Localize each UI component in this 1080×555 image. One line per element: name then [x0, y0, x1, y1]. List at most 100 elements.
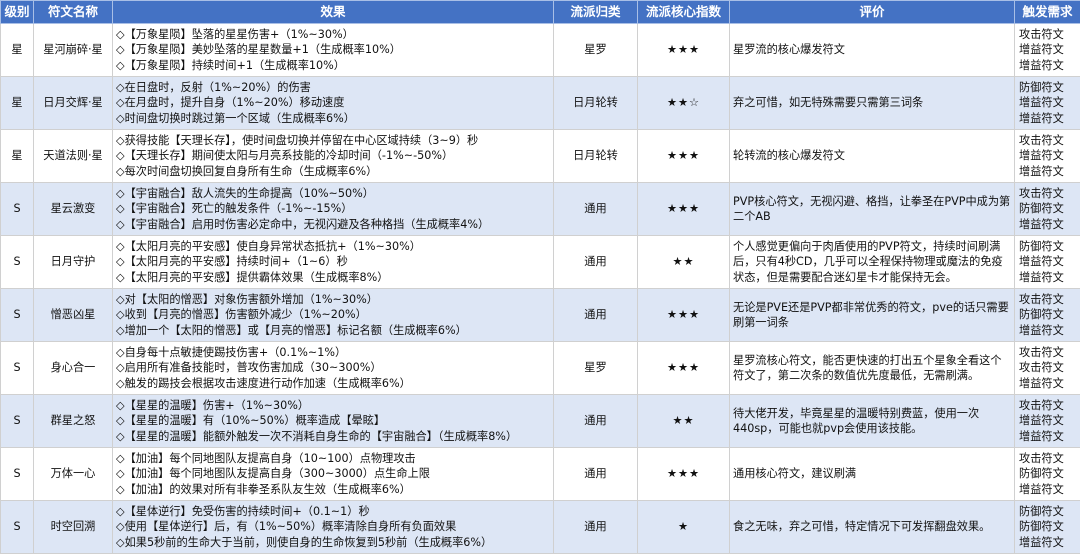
- cell-triggers: 防御符文 增益符文 增益符文: [1014, 235, 1080, 289]
- trigger-line: 攻击符文: [1019, 345, 1064, 359]
- cell-rune-name: 身心合一: [33, 341, 113, 395]
- cell-effects: ◇【万象星陨】坠落的星星伤害+（1%~30%） ◇【万象星陨】美妙坠落的星星数量+…: [112, 23, 554, 77]
- effect-line: ◇【宇宙融合】启用时伤害必定命中，无视闪避及各种格挡（生成概率4%）: [116, 217, 490, 231]
- cell-school: 通用: [553, 182, 638, 236]
- trigger-line: 增益符文: [1019, 58, 1064, 72]
- table-row: S 万体一心 ◇【加油】每个同地图队友提高自身（10~100）点物理攻击 ◇【加油】每…: [0, 447, 1080, 501]
- trigger-line: 增益符文: [1019, 164, 1064, 178]
- effect-line: ◇【万象星陨】持续时间+1（生成概率10%）: [116, 58, 345, 72]
- cell-rune-name: 憎恶凶星: [33, 288, 113, 342]
- table-header-row: 级别 符文名称 效果 流派归类 流派核心指数 评价 触发需求: [0, 0, 1080, 24]
- cell-triggers: 防御符文 防御符文 增益符文: [1014, 500, 1080, 554]
- cell-triggers: 攻击符文 防御符文 增益符文: [1014, 182, 1080, 236]
- column-header-review: 评价: [729, 0, 1015, 24]
- trigger-line: 防御符文: [1019, 239, 1064, 253]
- trigger-line: 增益符文: [1019, 149, 1064, 163]
- effect-line: ◇自身每十点敏捷使踢技伤害+（0.1%~1%）: [116, 345, 347, 359]
- effect-line: ◇触发的踢技会根据攻击速度进行动作加速（生成概率6%）: [116, 376, 411, 390]
- cell-school: 星罗: [553, 23, 638, 77]
- table-row: S 日月守护 ◇【太阳月亮的平安感】使自身异常状态抵抗+（1%~30%） ◇【太阳月亮…: [0, 235, 1080, 289]
- cell-triggers: 攻击符文增益符文 增益符文: [1014, 394, 1080, 448]
- cell-effects: ◇【星星的温暖】伤害+（1%~30%） ◇【星星的温暖】有（10%~50%）概率造…: [112, 394, 554, 448]
- trigger-line: 增益符文: [1019, 482, 1064, 496]
- cell-effects: ◇获得技能【天理长存】，使时间盘切换并停留在中心区域持续（3~9）秒 ◇【天理长存…: [112, 129, 554, 183]
- column-header-core-index: 流派核心指数: [637, 0, 730, 24]
- table-row: S 憎恶凶星 ◇对【太阳的憎恶】对象伤害额外增加（1%~30%） ◇收到【月亮的憎恶】…: [0, 288, 1080, 342]
- cell-level: S: [0, 182, 34, 236]
- cell-school: 通用: [553, 288, 638, 342]
- trigger-line: 攻击符文: [1019, 398, 1064, 412]
- table-row: S 时空回溯 ◇【星体逆行】免受伤害的持续时间+（0.1~1）秒 ◇使用【星体逆行】后…: [0, 500, 1080, 554]
- cell-school: 日月轮转: [553, 76, 638, 130]
- trigger-line: 攻击符文: [1019, 451, 1064, 465]
- cell-core-rating: ★★★: [637, 23, 730, 77]
- column-header-level: 级别: [0, 0, 34, 24]
- trigger-line: 防御符文: [1019, 467, 1064, 481]
- cell-triggers: 攻击符文 攻击符文 增益符文: [1014, 341, 1080, 395]
- cell-level: 星: [0, 129, 34, 183]
- trigger-line: 增益符文: [1019, 414, 1064, 428]
- cell-core-rating: ★★★: [637, 129, 730, 183]
- table-row: 星星河崩碎·星 ◇【万象星陨】坠落的星星伤害+（1%~30%） ◇【万象星陨】美妙坠…: [0, 23, 1080, 77]
- cell-rune-name: 群星之怒: [33, 394, 113, 448]
- cell-effects: ◇自身每十点敏捷使踢技伤害+（0.1%~1%） ◇启用所有准备技能时，普攻伤害加成…: [112, 341, 554, 395]
- cell-effects: ◇【宇宙融合】敌人流失的生命提高（10%~50%） ◇【宇宙融合】死亡的触发条件（…: [112, 182, 554, 236]
- cell-review: 弃之可惜，如无特殊需要只需第三词条: [729, 76, 1015, 130]
- cell-school: 通用: [553, 394, 638, 448]
- cell-core-rating: ★★★: [637, 182, 730, 236]
- cell-review: PVP核心符文，无视闪避、格挡，让拳圣在PVP中成为第二个AB: [729, 182, 1015, 236]
- effect-line: ◇【太阳月亮的平安感】使自身异常状态抵抗+（1%~30%）: [116, 239, 421, 253]
- trigger-line: 防御符文: [1019, 504, 1064, 518]
- cell-level: 星: [0, 76, 34, 130]
- effect-line: ◇在日盘时，反射（1%~20%）的伤害: [116, 80, 311, 94]
- cell-triggers: 攻击符文 防御符文 增益符文: [1014, 288, 1080, 342]
- effect-line: ◇【加油】的效果对所有非拳圣系队友生效（生成概率6%）: [116, 482, 411, 496]
- effect-line: ◇【宇宙融合】敌人流失的生命提高（10%~50%）: [116, 186, 374, 200]
- cell-core-rating: ★: [637, 500, 730, 554]
- trigger-line: 增益符文: [1019, 376, 1064, 390]
- cell-effects: ◇在日盘时，反射（1%~20%）的伤害 ◇在月盘时，提升自身（1%~20%）移动速…: [112, 76, 554, 130]
- cell-core-rating: ★★: [637, 235, 730, 289]
- cell-review: 通用核心符文，建议刷满: [729, 447, 1015, 501]
- rune-table: 级别 符文名称 效果 流派归类 流派核心指数 评价 触发需求 星星河崩碎·星 ◇【…: [0, 0, 1080, 554]
- cell-rune-name: 星河崩碎·星: [33, 23, 113, 77]
- effect-line: ◇【宇宙融合】死亡的触发条件（-1%~-15%）: [116, 202, 353, 216]
- cell-review: 个人感觉更偏向于肉盾使用的PVP符文，持续时间刷满后，只有4秒CD，几乎可以全程…: [729, 235, 1015, 289]
- effect-line: ◇【加油】每个同地图队友提高自身（10~100）点物理攻击: [116, 451, 416, 465]
- cell-core-rating: ★★★: [637, 341, 730, 395]
- cell-rune-name: 天道法则·星: [33, 129, 113, 183]
- trigger-line: 增益符文: [1019, 429, 1064, 443]
- effect-line: ◇在月盘时，提升自身（1%~20%）移动速度: [116, 96, 345, 110]
- trigger-line: 攻击符文: [1019, 361, 1064, 375]
- column-header-school: 流派归类: [553, 0, 638, 24]
- effect-line: ◇启用所有准备技能时，普攻伤害加成（30~300%）: [116, 361, 382, 375]
- cell-school: 通用: [553, 447, 638, 501]
- trigger-line: 增益符文: [1019, 111, 1064, 125]
- cell-level: S: [0, 288, 34, 342]
- trigger-line: 增益符文: [1019, 270, 1064, 284]
- effect-line: ◇【太阳月亮的平安感】持续时间+（1~6）秒: [116, 255, 348, 269]
- cell-level: S: [0, 394, 34, 448]
- cell-school: 通用: [553, 500, 638, 554]
- trigger-line: 攻击符文: [1019, 292, 1064, 306]
- effect-line: ◇每次时间盘切换回复自身所有生命（生成概率6%）: [116, 164, 378, 178]
- cell-review: 待大佬开发，毕竟星星的温暖特别费蓝，使用一次440sp，可能也就pvp会使用该技…: [729, 394, 1015, 448]
- effect-line: ◇【星体逆行】免受伤害的持续时间+（0.1~1）秒: [116, 504, 370, 518]
- cell-review: 星罗流核心符文，能否更快速的打出五个星象全看这个符文了，第二次条的数值优先度最低…: [729, 341, 1015, 395]
- cell-school: 日月轮转: [553, 129, 638, 183]
- cell-rune-name: 星云激变: [33, 182, 113, 236]
- trigger-line: 增益符文: [1019, 43, 1064, 57]
- cell-rune-name: 日月交辉·星: [33, 76, 113, 130]
- cell-level: S: [0, 447, 34, 501]
- effect-line: ◇【星星的温暖】能额外触发一次不消耗自身生命的【宇宙融合】（生成概率8%）: [116, 429, 518, 443]
- cell-school: 通用: [553, 235, 638, 289]
- column-header-trigger: 触发需求: [1014, 0, 1080, 24]
- cell-triggers: 攻击符文 增益符文 增益符文: [1014, 23, 1080, 77]
- effect-line: ◇【万象星陨】坠落的星星伤害+（1%~30%）: [116, 27, 354, 41]
- cell-triggers: 防御符文 增益符文 增益符文: [1014, 76, 1080, 130]
- trigger-line: 增益符文: [1019, 323, 1064, 337]
- cell-rune-name: 日月守护: [33, 235, 113, 289]
- cell-school: 星罗: [553, 341, 638, 395]
- table-body: 星星河崩碎·星 ◇【万象星陨】坠落的星星伤害+（1%~30%） ◇【万象星陨】美妙坠…: [0, 23, 1080, 554]
- effect-line: ◇时间盘切换时跳过第一个区域（生成概率6%）: [116, 111, 355, 125]
